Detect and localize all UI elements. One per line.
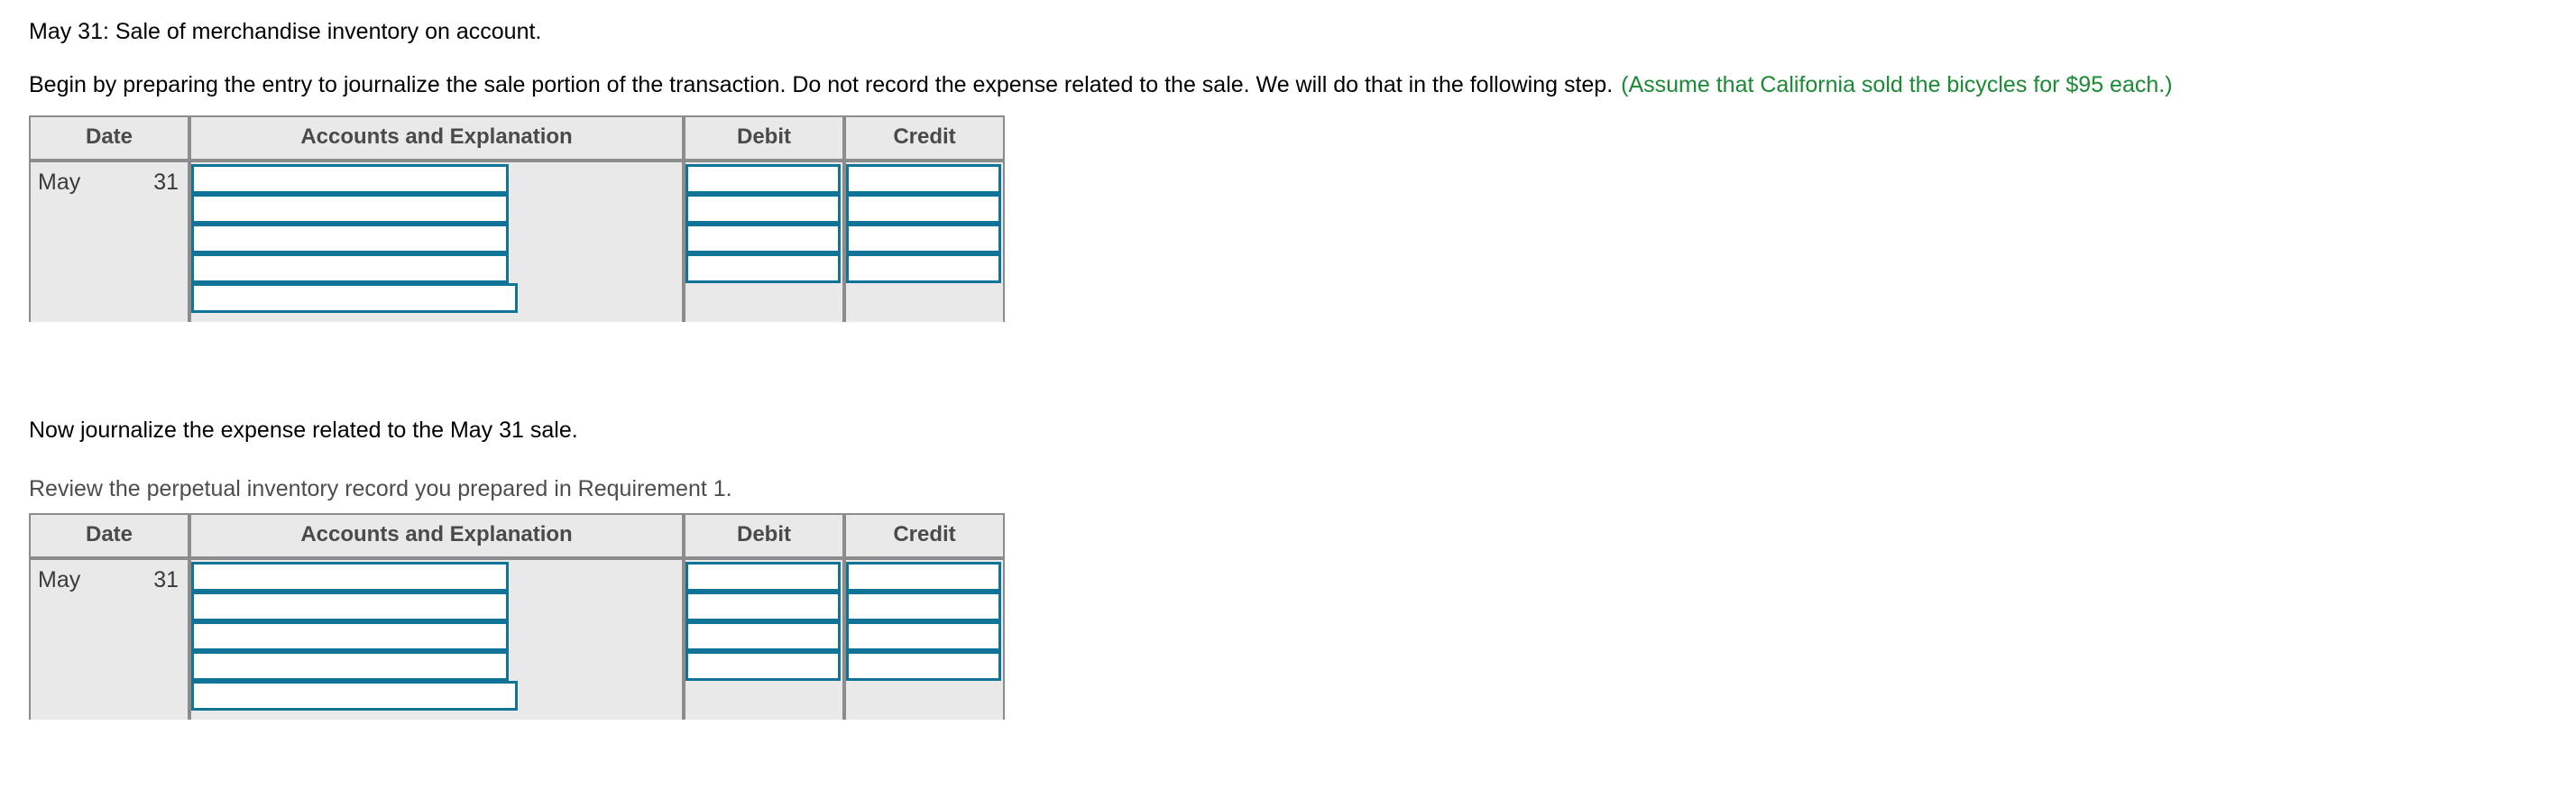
column-header-accounts: Accounts and Explanation xyxy=(189,115,684,161)
debit-cell xyxy=(684,621,844,651)
debit-input-1-3[interactable] xyxy=(685,224,841,253)
date-cell-2: May 31 xyxy=(29,562,189,720)
debit-cell-empty xyxy=(684,681,844,720)
account-cell xyxy=(189,621,684,651)
account-cell xyxy=(189,592,684,621)
debit-cell xyxy=(684,164,844,194)
account-input-2-1[interactable] xyxy=(191,562,509,592)
credit-cell-empty xyxy=(844,681,1005,720)
account-input-2-5[interactable] xyxy=(191,681,518,711)
table-row: May 31 xyxy=(29,164,1005,322)
credit-input-1-4[interactable] xyxy=(846,253,1001,283)
instruction-paragraph-2: Now journalize the expense related to th… xyxy=(29,418,578,443)
table-header-row: Date Accounts and Explanation Debit Cred… xyxy=(29,115,1005,161)
credit-input-2-1[interactable] xyxy=(846,562,1001,592)
debit-input-1-4[interactable] xyxy=(685,253,841,283)
column-header-credit: Credit xyxy=(844,115,1005,161)
account-input-1-1[interactable] xyxy=(191,164,509,194)
journal-entry-table-2: Date Accounts and Explanation Debit Cred… xyxy=(29,513,1005,720)
instruction-paragraph-1: Begin by preparing the entry to journali… xyxy=(29,71,2173,98)
debit-input-1-1[interactable] xyxy=(685,164,841,194)
transaction-description: May 31: Sale of merchandise inventory on… xyxy=(29,19,542,44)
date-month: May xyxy=(38,567,81,592)
account-cell xyxy=(189,194,684,224)
debit-input-2-2[interactable] xyxy=(685,592,841,621)
date-cell-1: May 31 xyxy=(29,164,189,322)
debit-cell xyxy=(684,592,844,621)
credit-cell xyxy=(844,194,1005,224)
credit-input-1-3[interactable] xyxy=(846,224,1001,253)
worksheet-page: May 31: Sale of merchandise inventory on… xyxy=(0,0,2576,808)
journal-entry-table-1: Date Accounts and Explanation Debit Cred… xyxy=(29,115,1005,322)
date-day: 31 xyxy=(153,170,179,195)
credit-cell xyxy=(844,651,1005,681)
debit-cell xyxy=(684,253,844,283)
account-input-2-4[interactable] xyxy=(191,651,509,681)
credit-input-1-1[interactable] xyxy=(846,164,1001,194)
column-header-date: Date xyxy=(29,513,189,558)
account-cell xyxy=(189,164,684,194)
table-header-row: Date Accounts and Explanation Debit Cred… xyxy=(29,513,1005,558)
debit-cell-empty xyxy=(684,283,844,322)
column-header-debit: Debit xyxy=(684,513,844,558)
debit-input-2-1[interactable] xyxy=(685,562,841,592)
credit-cell xyxy=(844,224,1005,253)
account-cell xyxy=(189,562,684,592)
account-cell xyxy=(189,283,684,322)
credit-input-2-4[interactable] xyxy=(846,651,1001,681)
credit-cell xyxy=(844,592,1005,621)
credit-input-1-2[interactable] xyxy=(846,194,1001,224)
credit-input-2-3[interactable] xyxy=(846,621,1001,651)
credit-input-2-2[interactable] xyxy=(846,592,1001,621)
column-header-accounts: Accounts and Explanation xyxy=(189,513,684,558)
debit-input-2-3[interactable] xyxy=(685,621,841,651)
account-cell xyxy=(189,681,684,720)
account-input-1-4[interactable] xyxy=(191,253,509,283)
account-input-2-3[interactable] xyxy=(191,621,509,651)
instruction-subnote: Review the perpetual inventory record yo… xyxy=(29,476,732,501)
account-cell xyxy=(189,651,684,681)
assumption-hint: (Assume that California sold the bicycle… xyxy=(1621,72,2173,97)
debit-input-1-2[interactable] xyxy=(685,194,841,224)
debit-cell xyxy=(684,224,844,253)
debit-input-2-4[interactable] xyxy=(685,651,841,681)
account-input-2-2[interactable] xyxy=(191,592,509,621)
column-header-credit: Credit xyxy=(844,513,1005,558)
date-month: May xyxy=(38,170,81,195)
credit-cell xyxy=(844,562,1005,592)
credit-cell xyxy=(844,253,1005,283)
account-input-1-5[interactable] xyxy=(191,283,518,313)
debit-cell xyxy=(684,562,844,592)
date-day: 31 xyxy=(153,567,179,592)
account-cell xyxy=(189,224,684,253)
debit-cell xyxy=(684,194,844,224)
column-header-date: Date xyxy=(29,115,189,161)
column-header-debit: Debit xyxy=(684,115,844,161)
table-row: May 31 xyxy=(29,562,1005,720)
debit-cell xyxy=(684,651,844,681)
credit-cell-empty xyxy=(844,283,1005,322)
account-cell xyxy=(189,253,684,283)
instruction-text: Begin by preparing the entry to journali… xyxy=(29,72,1614,97)
credit-cell xyxy=(844,164,1005,194)
credit-cell xyxy=(844,621,1005,651)
account-input-1-2[interactable] xyxy=(191,194,509,224)
account-input-1-3[interactable] xyxy=(191,224,509,253)
